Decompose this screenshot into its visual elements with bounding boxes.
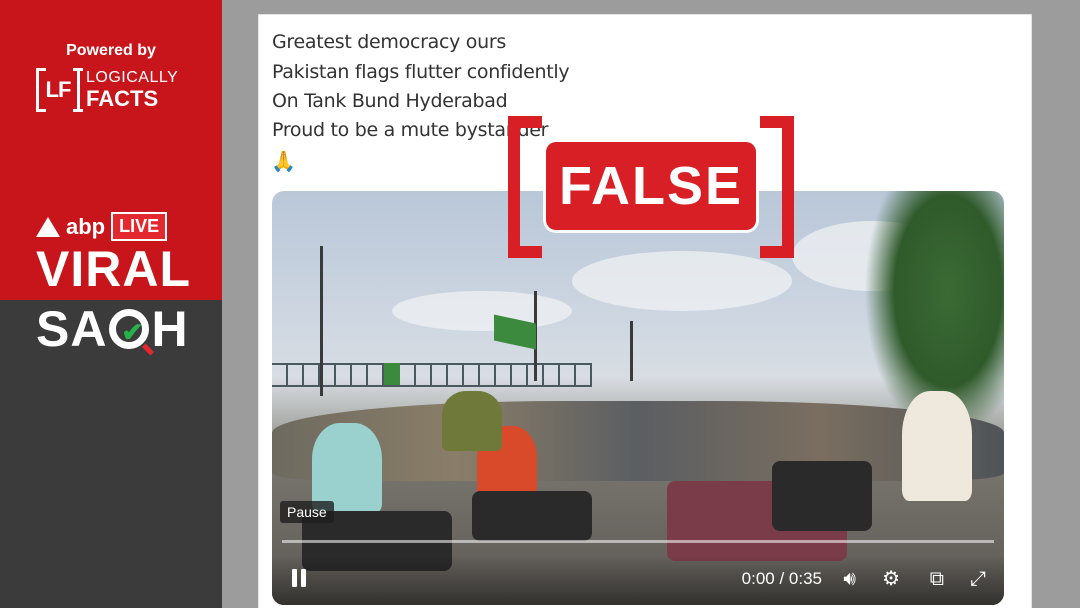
live-badge: LIVE (111, 212, 168, 241)
tweet-line-3: On Tank Bund Hyderabad (272, 90, 508, 112)
sach-suffix: H (151, 301, 189, 357)
sach-prefix: SA (36, 301, 108, 357)
settings-icon[interactable]: ⚙︎ (882, 566, 900, 591)
popout-icon[interactable]: ⧉ (930, 568, 944, 591)
sach-title: SA ✔ H (36, 304, 189, 354)
tweet-line-2: Pakistan flags flutter confidently (272, 61, 570, 83)
lf-mark: LF (36, 68, 80, 112)
tweet-line-1: Greatest democracy ours (272, 31, 506, 53)
tweet-card: Greatest democracy ours Pakistan flags f… (258, 14, 1032, 608)
volume-icon[interactable]: 🔊︎ (843, 568, 856, 591)
brand-panel-top: Powered by LF LOGICALLY FACTS abp LIVE V… (0, 0, 222, 300)
time-display: 0:00 / 0:35 (741, 569, 822, 588)
stamp-bracket-left (508, 116, 542, 258)
false-label: FALSE (546, 142, 756, 230)
pause-tooltip: Pause (280, 501, 334, 523)
pause-icon[interactable] (290, 569, 308, 587)
false-verdict-stamp: FALSE (508, 116, 794, 258)
lf-name-bottom: FACTS (86, 86, 159, 111)
praying-hands-emoji: 🙏 (271, 151, 296, 173)
logically-facts-logo: LF LOGICALLY FACTS (36, 68, 178, 112)
stamp-bracket-right (760, 116, 794, 258)
lf-name-top: LOGICALLY (86, 69, 179, 86)
abp-triangle-icon (36, 216, 60, 237)
progress-bar[interactable] (282, 540, 994, 543)
magnifier-check-icon: ✔ (109, 309, 150, 349)
viral-title: VIRAL (36, 241, 191, 297)
tweet-line-4: Proud to be a mute bystander (272, 119, 549, 141)
abp-live-logo: abp LIVE (36, 212, 168, 241)
fullscreen-icon[interactable]: ⤢ (970, 568, 986, 591)
powered-by-label: Powered by (66, 42, 156, 59)
abp-text: abp (66, 213, 106, 239)
